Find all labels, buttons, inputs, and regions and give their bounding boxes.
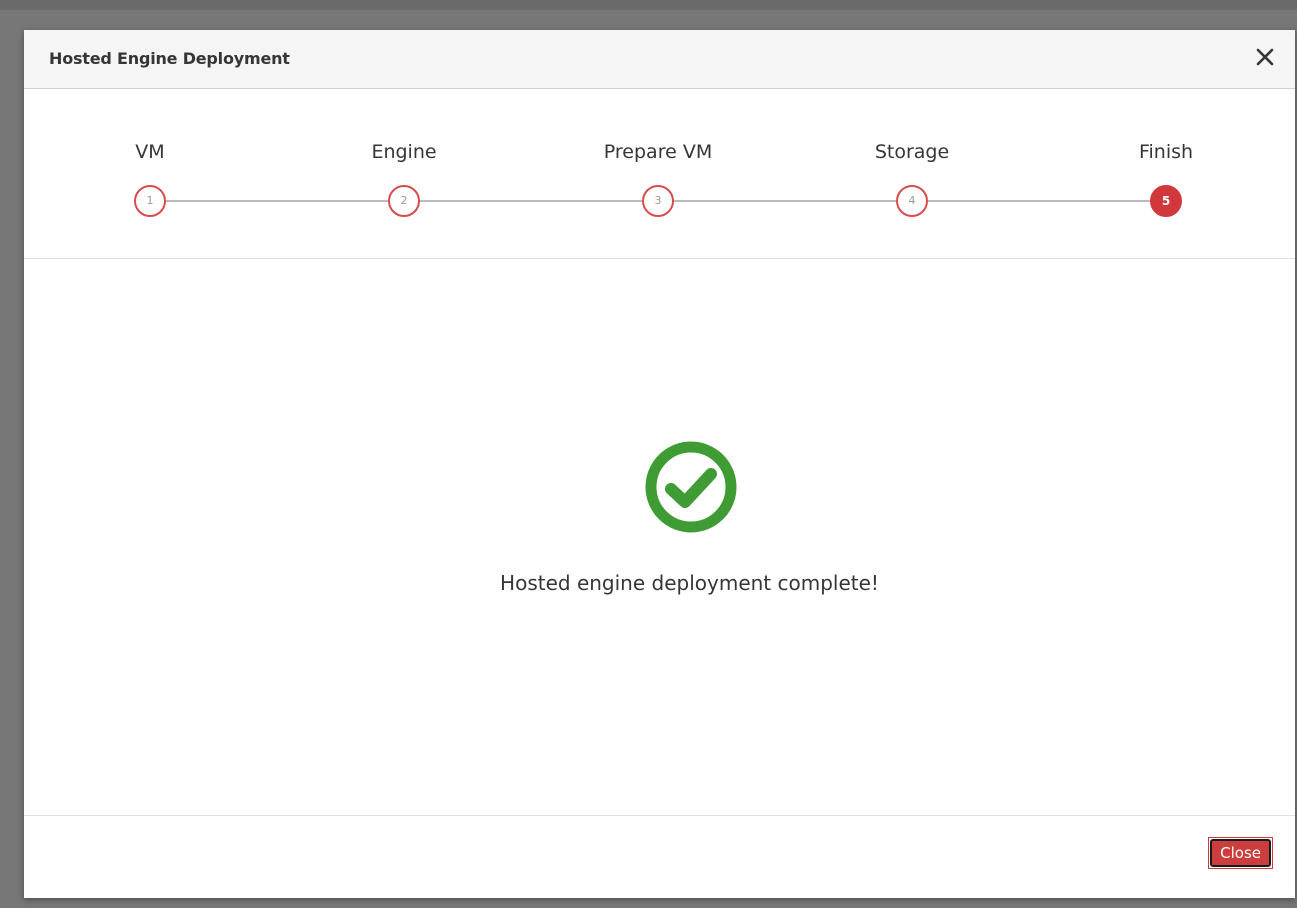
check-circle-icon [643,439,739,535]
step-prepare-vm: Prepare VM 3 [578,89,738,259]
step-engine: Engine 2 [324,89,484,259]
step-finish: Finish 5 [1086,89,1246,259]
close-icon[interactable] [1253,45,1277,69]
modal-body: Hosted engine deployment complete! [24,259,1295,817]
modal-footer: Close [24,815,1295,898]
step-storage: Storage 4 [832,89,992,259]
step-circle-1[interactable]: 1 [134,185,166,217]
step-label: Finish [1138,141,1194,163]
modal-title: Hosted Engine Deployment [49,49,290,68]
step-circle-2[interactable]: 2 [388,185,420,217]
backdrop [0,0,1297,10]
step-circle-4[interactable]: 4 [896,185,928,217]
step-vm: VM 1 [70,89,230,259]
close-button[interactable]: Close [1210,839,1271,867]
step-circle-3[interactable]: 3 [642,185,674,217]
modal-header: Hosted Engine Deployment [24,30,1295,89]
completion-message: Hosted engine deployment complete! [500,571,879,595]
step-circle-5[interactable]: 5 [1150,185,1182,217]
close-button-focus-ring: Close [1208,837,1273,869]
step-label: Engine [371,141,437,163]
deployment-modal: Hosted Engine Deployment VM 1 Engine 2 P… [24,30,1295,898]
step-label: VM [135,141,165,163]
step-label: Prepare VM [603,141,713,163]
wizard-steps: VM 1 Engine 2 Prepare VM 3 Storage 4 Fin… [24,89,1295,259]
step-label: Storage [874,141,950,163]
